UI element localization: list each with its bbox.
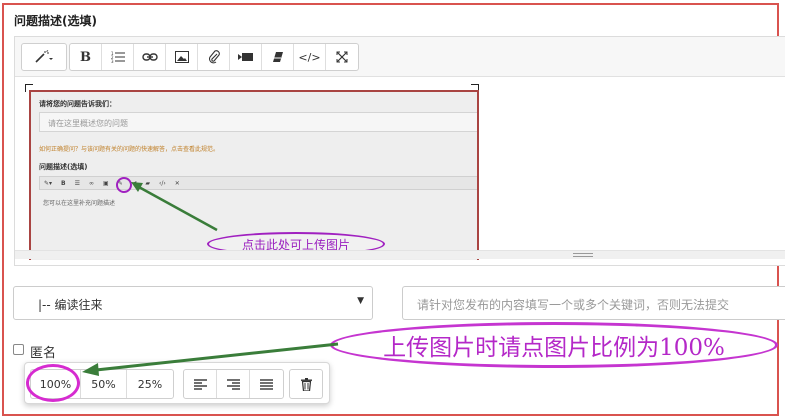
annotation-arrow — [82, 342, 339, 376]
